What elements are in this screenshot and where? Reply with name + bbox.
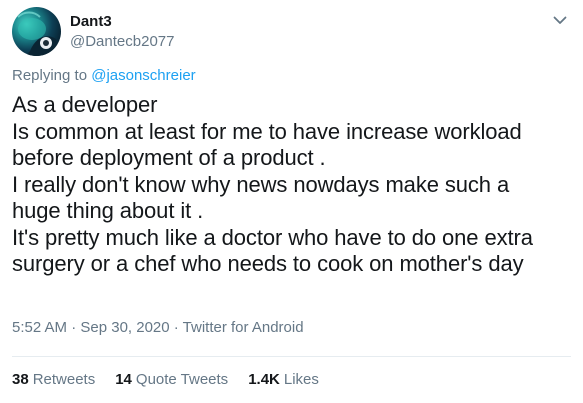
tweet: Dant3 @Dantecb2077 Replying to @jasonsch… xyxy=(0,0,583,403)
tweet-text-line: Is common at least for me to have increa… xyxy=(12,118,522,144)
likes-label: Likes xyxy=(283,371,319,388)
retweets-label: Retweets xyxy=(32,371,96,388)
tweet-text-line: I really don't know why news nowdays mak… xyxy=(12,171,510,197)
reply-mention-link[interactable]: @jasonschreier xyxy=(91,67,195,84)
tweet-text-line: before deployment of a product . xyxy=(12,145,326,170)
replying-to: Replying to @jasonschreier xyxy=(12,66,196,86)
chevron-down-icon[interactable] xyxy=(551,11,569,29)
username[interactable]: @Dantecb2077 xyxy=(70,32,174,52)
quotes-count: 14 xyxy=(115,371,132,388)
retweets-count: 38 xyxy=(12,371,29,388)
replying-prefix: Replying to xyxy=(12,67,88,84)
engagement-stats: 38 Retweets 14 Quote Tweets 1.4K Likes xyxy=(12,369,339,391)
likes-count: 1.4K xyxy=(248,371,280,388)
tweet-text-line: It's pretty much like a doctor who have … xyxy=(12,224,533,250)
display-name[interactable]: Dant3 xyxy=(70,12,174,32)
likes-stat[interactable]: 1.4K Likes xyxy=(248,369,319,391)
tweet-text-line: huge thing about it . xyxy=(12,198,204,223)
tweet-text-line: As a developer xyxy=(12,92,158,117)
quote-tweets-stat[interactable]: 14 Quote Tweets xyxy=(115,369,228,391)
tweet-header: Dant3 @Dantecb2077 xyxy=(12,7,575,56)
divider xyxy=(12,356,571,357)
author-names: Dant3 @Dantecb2077 xyxy=(70,12,174,52)
tweet-text-line: surgery or a chef who needs to cook on m… xyxy=(12,251,524,276)
avatar[interactable] xyxy=(12,7,61,56)
quotes-label: Quote Tweets xyxy=(135,371,229,388)
tweet-text: As a developer Is common at least for me… xyxy=(12,92,572,278)
tweet-timestamp[interactable]: 5:52 AM · Sep 30, 2020 · Twitter for And… xyxy=(12,318,304,338)
retweets-stat[interactable]: 38 Retweets xyxy=(12,369,95,391)
